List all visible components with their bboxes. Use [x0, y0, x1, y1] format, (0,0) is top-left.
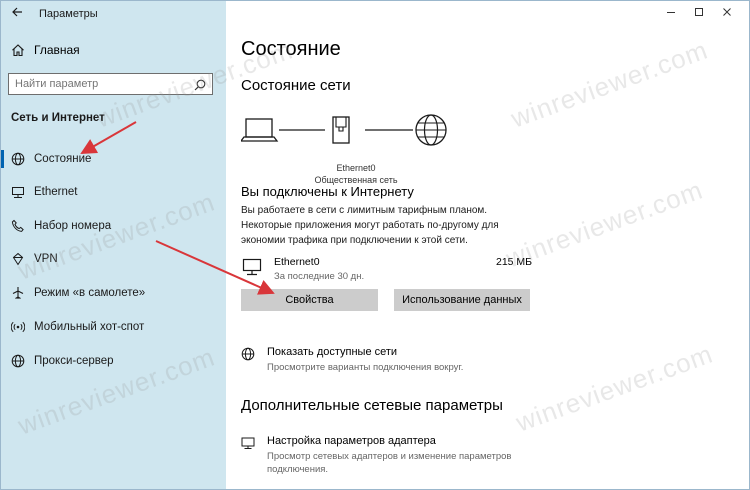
search-input[interactable] [15, 76, 185, 92]
airplane-icon [11, 286, 25, 300]
properties-button[interactable]: Свойства [241, 289, 378, 311]
data-usage-button[interactable]: Использование данных [394, 289, 530, 311]
sidebar-item-label: Набор номера [34, 220, 112, 232]
laptop-icon [241, 118, 279, 142]
sidebar-item-vpn[interactable]: VPN [1, 247, 226, 271]
sidebar-item-ethernet[interactable]: Ethernet [1, 180, 226, 204]
usage-adapter-name: Ethernet0 [274, 256, 320, 268]
search-icon[interactable] [194, 78, 206, 91]
sidebar-item-proxy[interactable]: Прокси-сервер [1, 349, 226, 373]
sidebar-item-dialup[interactable]: Набор номера [1, 214, 226, 238]
search-box[interactable] [8, 73, 213, 95]
close-icon[interactable] [719, 4, 735, 20]
adapter-settings-link[interactable]: Настройка параметров адаптера Просмотр с… [241, 435, 517, 476]
globe-icon [11, 152, 25, 166]
home-icon [11, 43, 25, 57]
vpn-icon [11, 252, 25, 266]
ethernet-adapter-icon [242, 257, 262, 282]
advanced-heading: Дополнительные сетевые параметры [241, 397, 503, 414]
settings-window: Параметры Главная Сеть и Интернет Состоя… [0, 0, 750, 490]
sidebar-item-airplane[interactable]: Режим «в самолете» [1, 281, 226, 305]
connected-title: Вы подключены к Интернету [241, 184, 414, 199]
globe-icon [415, 114, 447, 146]
show-networks-title: Показать доступные сети [267, 346, 398, 358]
sidebar: Параметры Главная Сеть и Интернет Состоя… [1, 1, 226, 489]
adapter-name: Ethernet0 [336, 163, 376, 173]
back-arrow-icon[interactable] [11, 6, 23, 20]
sidebar-item-label: Прокси-сервер [34, 355, 114, 367]
window-title: Параметры [39, 8, 98, 20]
adapter-settings-description: Просмотр сетевых адаптеров и изменение п… [267, 451, 512, 475]
network-diagram [241, 114, 447, 146]
section-heading: Сеть и Интернет [11, 112, 105, 124]
network-status-heading: Состояние сети [241, 77, 351, 94]
ethernet-port-icon [332, 116, 350, 144]
sidebar-item-hotspot[interactable]: Мобильный хот-спот [1, 315, 226, 339]
hotspot-icon [10, 320, 26, 334]
connected-description: Вы работаете в сети с лимитным тарифным … [241, 205, 499, 246]
minimize-icon[interactable] [663, 4, 679, 20]
page-title: Состояние [241, 38, 341, 60]
globe-icon [11, 354, 25, 368]
show-networks-link[interactable]: Показать доступные сети Просмотрите вари… [241, 346, 463, 374]
adapter-icon [241, 436, 255, 450]
maximize-icon[interactable] [691, 4, 707, 20]
usage-size: 215 МБ [496, 256, 533, 268]
sidebar-item-label: Мобильный хот-спот [34, 321, 145, 333]
network-scan-icon [241, 347, 255, 361]
usage-period: За последние 30 дн. [274, 271, 365, 282]
home-label: Главная [34, 43, 80, 57]
sidebar-item-label: Режим «в самолете» [34, 287, 146, 299]
ethernet-icon [11, 185, 25, 199]
adapter-settings-title: Настройка параметров адаптера [267, 435, 436, 447]
sidebar-item-label: Состояние [34, 153, 92, 165]
sidebar-item-status[interactable]: Состояние [1, 147, 226, 171]
home-nav[interactable]: Главная [11, 43, 80, 57]
connection-label: Ethernet0 Общественная сеть [226, 162, 486, 186]
sidebar-item-label: Ethernet [34, 186, 78, 198]
sidebar-item-label: VPN [34, 253, 58, 265]
show-networks-description: Просмотрите варианты подключения вокруг. [267, 362, 464, 373]
phone-icon [11, 219, 25, 233]
main-content: Состояние Состояние сети Ethernet0 Общес… [226, 1, 749, 489]
